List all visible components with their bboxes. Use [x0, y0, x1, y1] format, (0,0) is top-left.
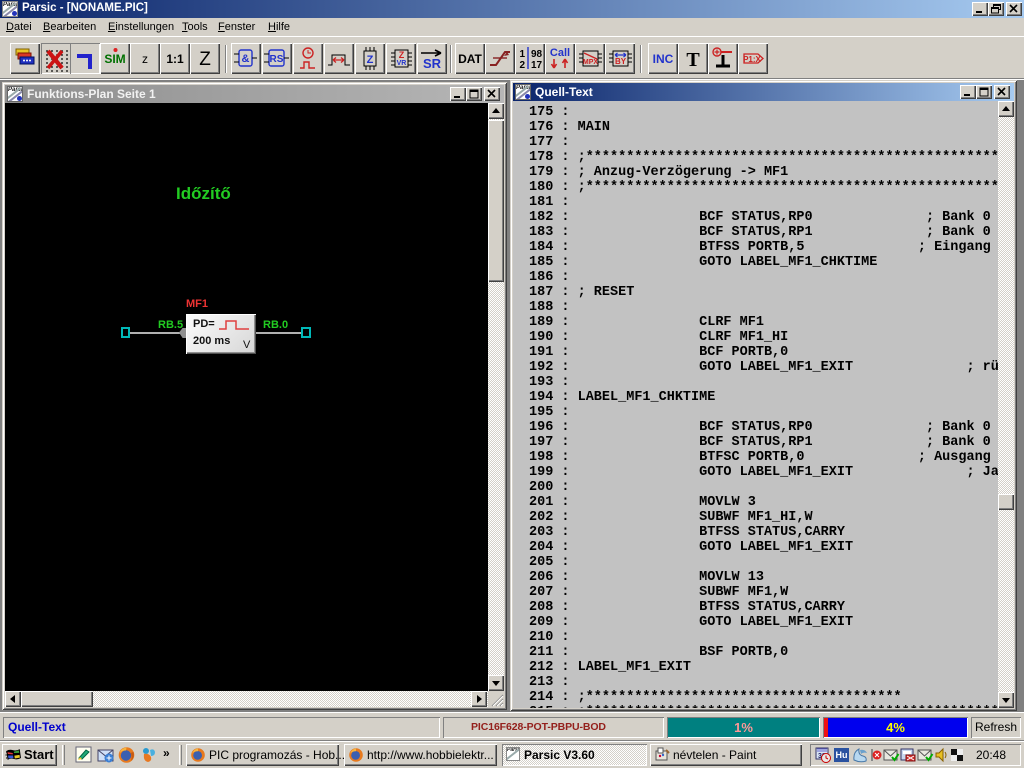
svg-text:z: z: [142, 52, 148, 66]
svg-text:SIM: SIM: [104, 52, 125, 66]
svg-text:Z: Z: [199, 49, 211, 70]
svg-text:SR: SR: [423, 56, 442, 71]
svg-text:P1:X: P1:X: [743, 55, 761, 64]
svg-text:DAT: DAT: [458, 52, 482, 66]
svg-text:2: 2: [519, 60, 525, 71]
svg-text:RS: RS: [270, 54, 284, 65]
svg-text:98: 98: [531, 49, 543, 60]
svg-text:INC: INC: [653, 52, 674, 66]
svg-text:Call: Call: [550, 47, 570, 59]
svg-text:MPX: MPX: [583, 59, 599, 66]
svg-text:&: &: [242, 53, 250, 65]
svg-text:T: T: [686, 49, 700, 71]
svg-text:BY: BY: [615, 57, 627, 66]
svg-text:1:1: 1:1: [166, 52, 184, 66]
svg-text:1: 1: [519, 49, 525, 60]
svg-text:Z: Z: [367, 54, 374, 66]
svg-text:VR: VR: [397, 60, 407, 67]
svg-text:17: 17: [531, 60, 543, 71]
svg-text:Z: Z: [399, 50, 405, 60]
